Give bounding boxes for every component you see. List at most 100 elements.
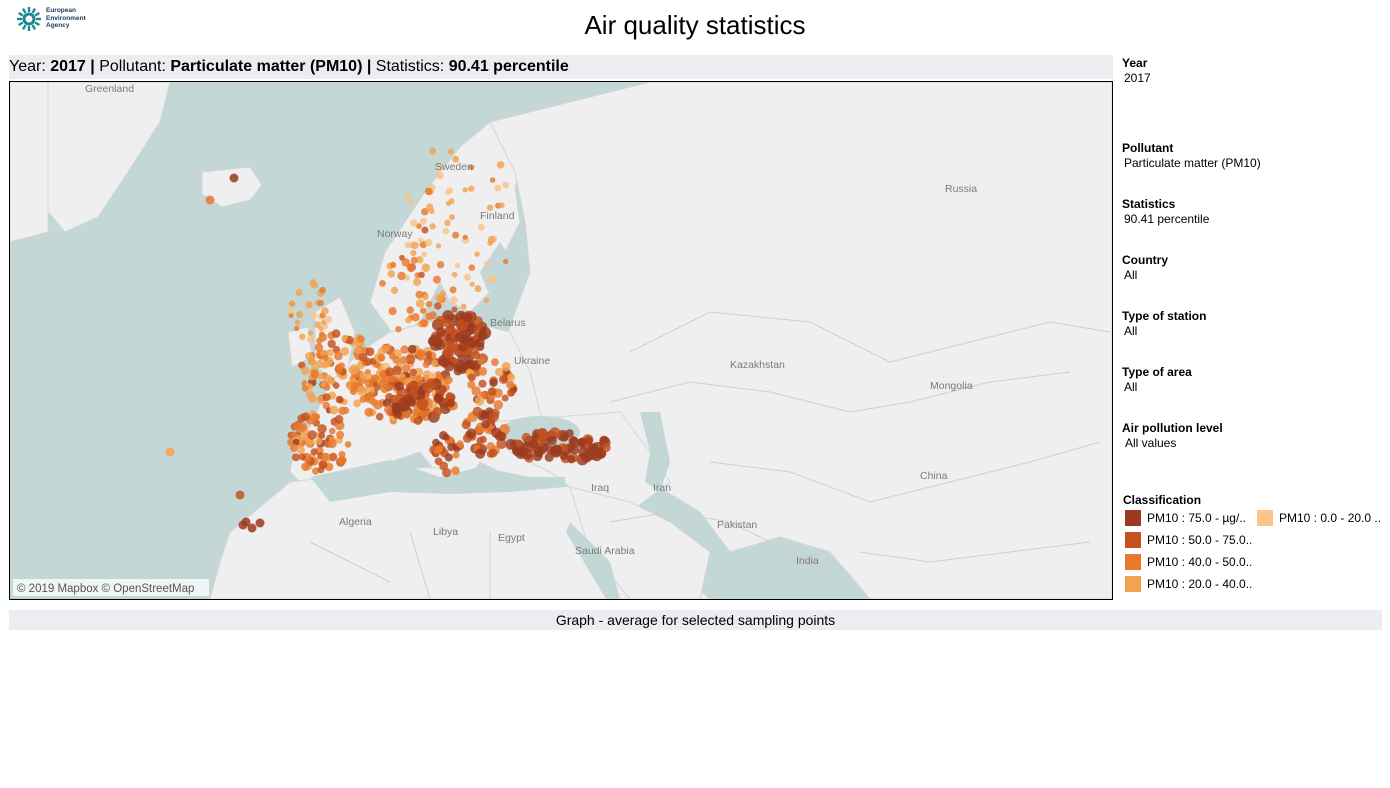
measurement-point[interactable] (375, 412, 384, 421)
measurement-point[interactable] (432, 275, 441, 284)
measurement-point[interactable] (411, 313, 420, 322)
measurement-point[interactable] (292, 422, 302, 431)
measurement-point[interactable] (288, 300, 295, 306)
measurement-point[interactable] (462, 234, 468, 240)
measurement-point[interactable] (295, 311, 304, 319)
measurement-point[interactable] (353, 346, 362, 354)
measurement-point[interactable] (467, 380, 476, 389)
measurement-point[interactable] (501, 394, 509, 402)
measurement-point[interactable] (405, 316, 412, 324)
measurement-point[interactable] (425, 350, 432, 358)
measurement-point[interactable] (349, 364, 360, 375)
measurement-point[interactable] (489, 378, 498, 387)
legend-item[interactable]: PM10 : 40.0 - 50.0.. (1125, 554, 1252, 570)
measurement-point[interactable] (483, 260, 490, 267)
measurement-point[interactable] (521, 448, 533, 460)
measurement-point[interactable] (444, 375, 453, 385)
measurement-point[interactable] (499, 374, 509, 384)
measurement-point[interactable] (444, 453, 453, 462)
measurement-point[interactable] (456, 440, 464, 448)
measurement-point[interactable] (404, 241, 411, 248)
measurement-point[interactable] (442, 433, 450, 441)
measurement-point[interactable] (380, 384, 389, 394)
measurement-point[interactable] (468, 264, 476, 271)
measurement-point[interactable] (370, 374, 379, 383)
measurement-point[interactable] (560, 432, 569, 442)
measurement-point[interactable] (429, 223, 436, 230)
measurement-point[interactable] (402, 364, 411, 373)
measurement-point[interactable] (568, 436, 578, 446)
measurement-point[interactable] (477, 357, 486, 366)
legend-item[interactable]: PM10 : 20.0 - 40.0.. (1125, 576, 1252, 592)
measurement-point[interactable] (400, 345, 409, 354)
measurement-point[interactable] (329, 427, 336, 435)
measurement-point[interactable] (435, 243, 442, 249)
measurement-point[interactable] (418, 271, 425, 278)
measurement-point[interactable] (455, 331, 466, 343)
measurement-point[interactable] (295, 289, 303, 297)
filter-country[interactable]: Country All (1122, 253, 1168, 282)
measurement-point[interactable] (493, 400, 504, 410)
graph-section-header[interactable]: Graph - average for selected sampling po… (9, 610, 1382, 630)
measurement-point[interactable] (505, 439, 517, 450)
measurement-point[interactable] (349, 388, 357, 396)
measurement-point[interactable] (332, 382, 340, 389)
measurement-point[interactable] (483, 297, 490, 304)
filter-value[interactable]: 90.41 percentile (1124, 212, 1209, 226)
measurement-point[interactable] (356, 385, 367, 396)
measurement-point[interactable] (486, 449, 495, 458)
measurement-point[interactable] (474, 251, 480, 257)
measurement-point[interactable] (413, 416, 423, 425)
measurement-point[interactable] (241, 517, 251, 527)
measurement-point[interactable] (327, 438, 337, 449)
measurement-point[interactable] (445, 200, 452, 207)
measurement-point[interactable] (403, 193, 412, 201)
measurement-point[interactable] (421, 263, 431, 272)
legend-item[interactable]: PM10 : 50.0 - 75.0.. (1125, 532, 1252, 548)
measurement-point[interactable] (547, 435, 557, 446)
measurement-point[interactable] (451, 306, 458, 313)
legend-item[interactable]: PM10 : 75.0 - µg/.. (1125, 510, 1246, 526)
measurement-point[interactable] (445, 189, 452, 196)
measurement-point[interactable] (502, 181, 510, 189)
measurement-point[interactable] (229, 173, 239, 183)
measurement-point[interactable] (425, 378, 436, 389)
measurement-point[interactable] (507, 373, 516, 382)
measurement-point[interactable] (432, 407, 442, 417)
measurement-point[interactable] (434, 302, 442, 310)
measurement-point[interactable] (406, 263, 415, 272)
measurement-point[interactable] (419, 217, 427, 225)
measurement-point[interactable] (317, 466, 325, 474)
measurement-point[interactable] (466, 428, 477, 439)
measurement-point[interactable] (322, 393, 331, 402)
measurement-point[interactable] (462, 187, 468, 193)
filter-pollution-level[interactable]: Air pollution level All values (1122, 421, 1223, 450)
measurement-point[interactable] (496, 161, 505, 169)
measurement-point[interactable] (341, 406, 350, 415)
measurement-point[interactable] (451, 466, 460, 476)
measurement-point[interactable] (294, 325, 300, 332)
measurement-point[interactable] (447, 148, 454, 155)
measurement-point[interactable] (390, 261, 397, 268)
measurement-point[interactable] (429, 147, 437, 155)
measurement-point[interactable] (421, 208, 429, 216)
measurement-point[interactable] (318, 326, 324, 332)
measurement-point[interactable] (449, 286, 457, 294)
measurement-point[interactable] (359, 395, 367, 403)
measurement-point[interactable] (443, 361, 455, 372)
measurement-point[interactable] (591, 441, 604, 454)
measurement-point[interactable] (299, 333, 306, 340)
measurement-point[interactable] (307, 430, 317, 440)
measurement-point[interactable] (390, 286, 399, 294)
measurement-point[interactable] (324, 374, 333, 383)
measurement-point[interactable] (453, 362, 463, 372)
measurement-point[interactable] (296, 446, 305, 455)
measurement-point[interactable] (425, 300, 433, 308)
measurement-point[interactable] (307, 330, 313, 336)
measurement-point[interactable] (428, 311, 437, 320)
measurement-point[interactable] (474, 285, 482, 293)
measurement-point[interactable] (411, 241, 419, 250)
measurement-point[interactable] (205, 195, 215, 205)
measurement-point[interactable] (501, 361, 511, 372)
measurement-point[interactable] (324, 315, 333, 324)
